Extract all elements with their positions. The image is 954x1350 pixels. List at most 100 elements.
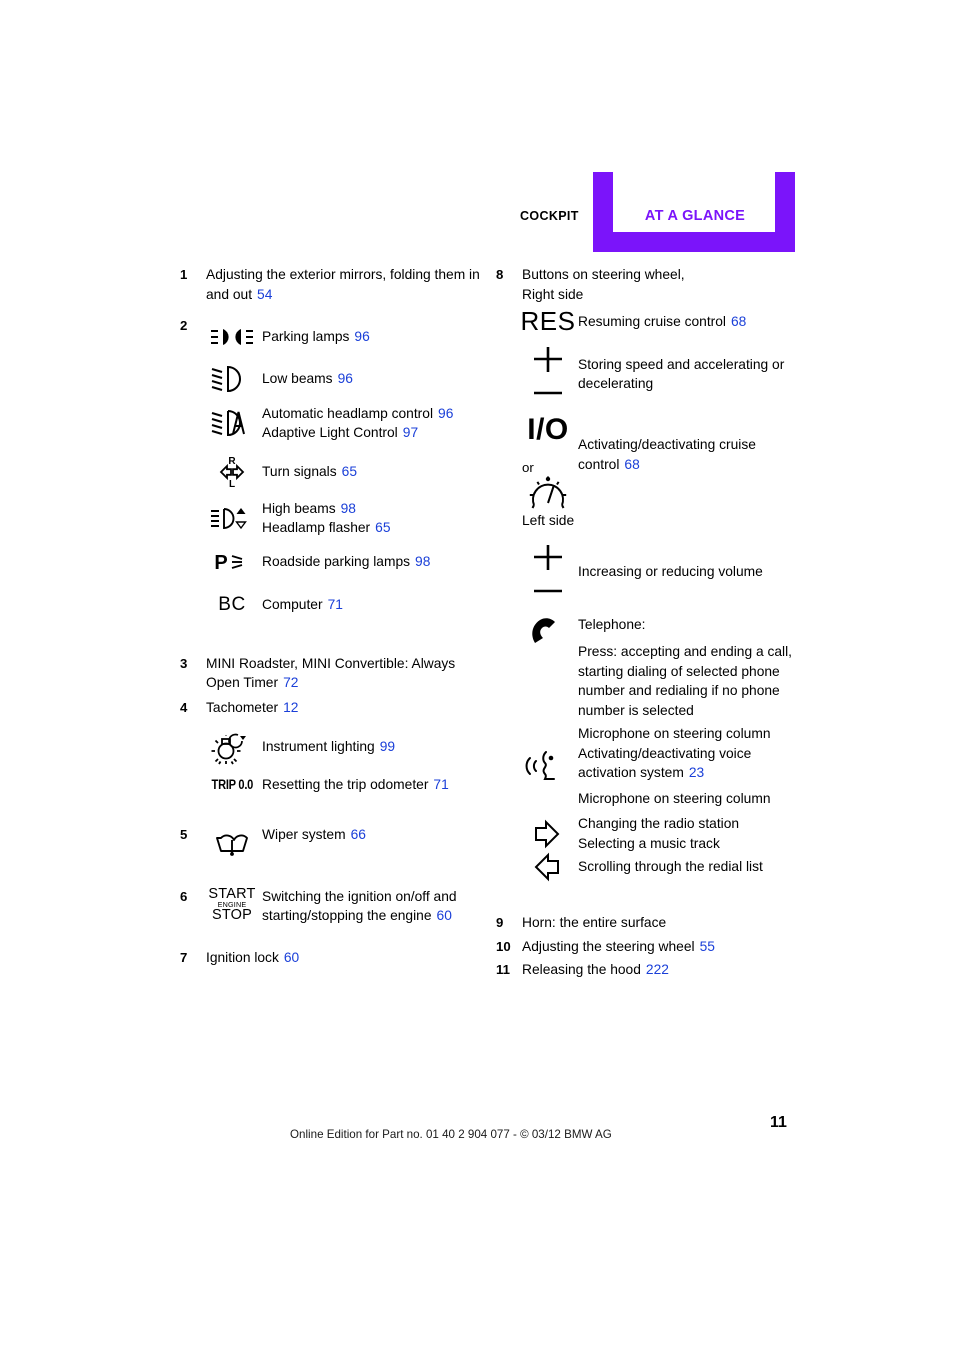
label-text: Storing speed and accelerating or: [578, 356, 785, 372]
page-reference[interactable]: 60: [284, 950, 299, 965]
item-label: Horn: the entire surface: [522, 915, 667, 930]
manual-page: COCKPIT AT A GLANCE 1 Adjusting the exte…: [0, 0, 954, 1350]
turn-signals-icon: R L: [206, 455, 258, 489]
item-number: 1: [180, 267, 188, 282]
label-text: Adaptive Light Control: [262, 425, 398, 440]
paragraph-line: number and redialing if no phone: [578, 683, 780, 698]
label-text: High beams: [262, 500, 336, 516]
low-beams-icon: [206, 364, 258, 394]
page-reference[interactable]: 12: [283, 700, 298, 715]
entry-high-beams: High beams 98 Headlamp flasher 65: [180, 499, 480, 538]
label-text: Computer: [262, 596, 323, 612]
item-number: 2: [180, 318, 188, 333]
paragraph-line: number is selected: [578, 702, 694, 718]
list-item-1: 1 Adjusting the exterior mirrors, foldin…: [180, 265, 480, 304]
instrument-lighting-icon: [206, 729, 258, 765]
entry-label: Roadside parking lamps 98: [258, 552, 430, 572]
item-number: 10: [496, 938, 511, 954]
page-reference[interactable]: 68: [731, 314, 746, 329]
item-text: Adjusting the steering wheel 55: [522, 937, 715, 957]
list-item-9: 9 Horn: the entire surface: [496, 913, 801, 933]
page-reference[interactable]: 99: [380, 739, 395, 754]
list-item-2: 2: [180, 316, 480, 336]
start-stop-glyph: START ENGINE STOP: [208, 885, 256, 923]
list-item-4: 4 Tachometer 12: [180, 698, 480, 718]
list-item-7: 7 Ignition lock 60: [180, 948, 480, 968]
telephone-icon: [522, 615, 574, 649]
right-column: 8 Buttons on steering wheel, Right side …: [496, 265, 801, 980]
arrow-left-icon: [522, 851, 574, 883]
item-number: 4: [180, 699, 188, 715]
entry-label: Activating/deactivating cruise control 68: [574, 435, 756, 474]
svg-text:L: L: [229, 479, 235, 489]
page-reference[interactable]: 72: [283, 675, 298, 690]
header-chapter-label: AT A GLANCE: [644, 208, 746, 224]
page-reference[interactable]: 71: [328, 597, 343, 612]
page-reference[interactable]: 65: [375, 520, 390, 535]
entry-telephone: Telephone: Press: accepting and ending a…: [496, 615, 801, 721]
page-reference[interactable]: 60: [437, 908, 452, 923]
item-label: Buttons on steering wheel,: [522, 267, 685, 282]
entry-label: Increasing or reducing volume: [574, 562, 763, 582]
label-text: Resetting the trip odometer: [262, 777, 429, 792]
label-text: Telephone:: [578, 616, 646, 632]
entry-label: Instrument lighting 99: [258, 737, 395, 757]
page-reference[interactable]: 98: [415, 554, 430, 569]
label-text: Microphone on steering column: [578, 790, 771, 806]
label-text: Changing the radio station: [578, 816, 740, 831]
arrow-right-icon: [522, 818, 574, 850]
page-reference[interactable]: 97: [403, 425, 418, 440]
label-text: activation system: [578, 765, 684, 780]
entry-label: Storing speed and accelerating or decele…: [574, 355, 784, 394]
entry-label: Turn signals 65: [258, 462, 357, 482]
page-reference[interactable]: 68: [624, 457, 639, 472]
entry-label: High beams 98 Headlamp flasher 65: [258, 499, 391, 538]
entry-label: Wiper system 66: [258, 825, 366, 845]
entry-arrow-right: Changing the radio station Selecting a m…: [496, 814, 801, 853]
res-glyph: RES: [520, 306, 576, 336]
page-reference[interactable]: 222: [646, 962, 669, 977]
page-reference[interactable]: 23: [689, 765, 704, 780]
item-label: Tachometer: [206, 699, 279, 715]
entry-label: Automatic headlamp control 96 Adaptive Li…: [258, 404, 453, 443]
item-text: Horn: the entire surface: [522, 913, 666, 933]
page-reference[interactable]: 96: [338, 371, 353, 386]
page-reference[interactable]: 66: [351, 827, 366, 842]
label-text: Headlamp flasher: [262, 520, 371, 535]
entry-cruise-onoff: I/O or Activating/deactivating cruise co…: [496, 413, 801, 523]
entry-label: Resetting the trip odometer 71: [258, 775, 449, 795]
page-reference[interactable]: 65: [342, 464, 357, 479]
speedometer-icon: [522, 475, 574, 511]
entry-low-beams: Low beams 96: [180, 364, 480, 394]
item-label: Adjusting the steering wheel: [522, 938, 695, 954]
list-item-6: 6 START ENGINE STOP Switching the igniti…: [180, 885, 480, 926]
page-reference[interactable]: 54: [257, 287, 272, 302]
automatic-headlamp-control-icon: [206, 407, 258, 439]
start-text: START: [208, 885, 256, 902]
svg-text:R: R: [228, 456, 236, 467]
list-item-3: 3 MINI Roadster, MINI Convertible: Alway…: [180, 654, 480, 693]
entry-label: Changing the radio station Selecting a m…: [574, 814, 739, 853]
list-item-11: 11 Releasing the hood 222: [496, 960, 801, 980]
item-label: Adjusting the exterior mirrors, folding …: [206, 267, 480, 302]
item-label: MINI Roadster, MINI Convertible: Always …: [206, 655, 456, 691]
high-beams-icon: [206, 503, 258, 533]
paragraph-line: Press: accepting and ending a call,: [578, 644, 792, 659]
io-button-icon: I/O: [522, 413, 574, 447]
entry-instrument-lighting: Instrument lighting 99: [180, 729, 480, 765]
page-reference[interactable]: 98: [341, 501, 356, 516]
header-section-label: COCKPIT: [520, 209, 579, 223]
page-reference[interactable]: 96: [438, 406, 453, 421]
label-text: Switching the ignition on/off and: [262, 888, 457, 904]
item-number: 7: [180, 949, 188, 965]
entry-label: Telephone: Press: accepting and ending a…: [574, 615, 792, 721]
left-column: 1 Adjusting the exterior mirrors, foldin…: [180, 265, 480, 967]
item-text: Adjusting the exterior mirrors, folding …: [206, 265, 480, 304]
page-reference[interactable]: 71: [433, 777, 448, 792]
entry-label: Resuming cruise control 68: [574, 312, 746, 332]
page-reference[interactable]: 55: [700, 939, 715, 954]
label-text: Automatic headlamp control: [262, 405, 434, 421]
label-text: decelerating: [578, 376, 654, 391]
label-text: Increasing or reducing volume: [578, 563, 763, 579]
item-label: Releasing the hood: [522, 962, 641, 977]
